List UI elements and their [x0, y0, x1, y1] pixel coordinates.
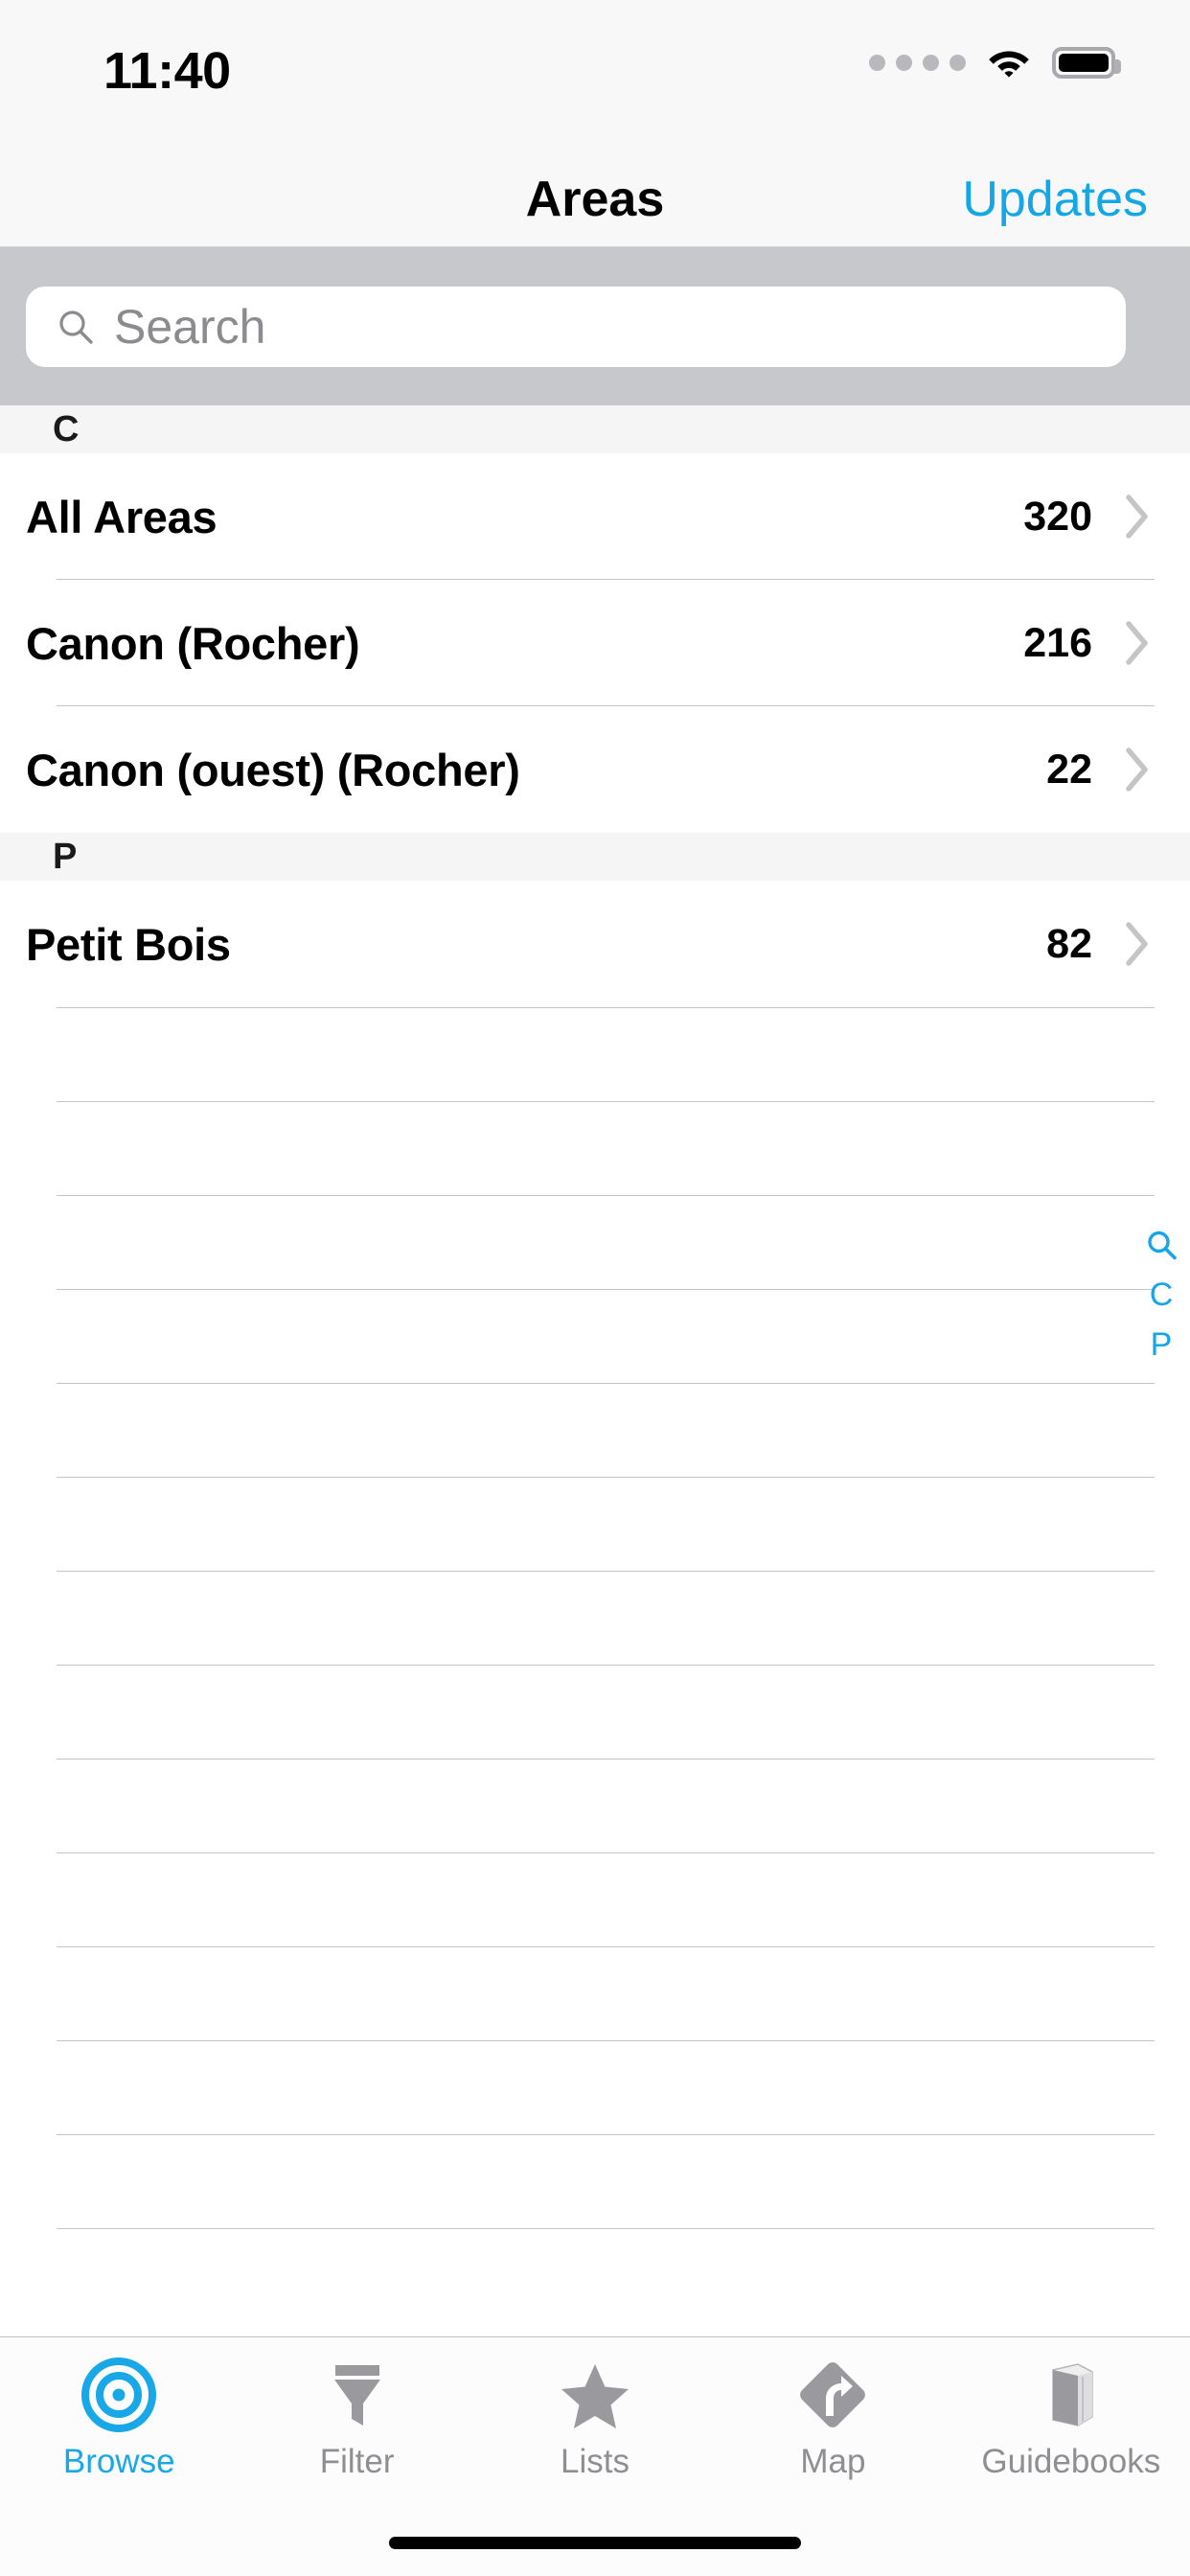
row-separator — [57, 1665, 1155, 1666]
tab-label: Browse — [62, 2443, 175, 2480]
row-separator — [57, 2228, 1155, 2229]
alphabet-index[interactable]: C P — [1142, 1229, 1180, 1361]
tab-label: Guidebooks — [981, 2443, 1161, 2480]
search-bar-container: Search — [0, 247, 1190, 405]
empty-list-row — [0, 1665, 1190, 1759]
row-separator — [57, 1007, 1155, 1008]
table-row[interactable]: All Areas 320 — [0, 453, 1190, 580]
phone-screen: 11:40 Areas Updates Search C All Areas 3… — [0, 0, 1190, 2576]
funnel-icon — [333, 2365, 380, 2426]
row-label: Canon (Rocher) — [26, 617, 360, 669]
row-count: 22 — [1046, 746, 1092, 793]
tab-lists[interactable]: Lists — [476, 2337, 714, 2491]
tab-browse[interactable]: Browse — [0, 2337, 238, 2491]
status-bar-time: 11:40 — [103, 42, 231, 100]
chevron-right-icon — [1126, 922, 1148, 966]
row-label: Petit Bois — [26, 918, 231, 970]
empty-list-row — [0, 1289, 1190, 1383]
chevron-right-icon — [1126, 748, 1148, 792]
table-row[interactable]: Canon (Rocher) 216 — [0, 580, 1190, 706]
navigation-bar: Areas Updates — [0, 142, 1190, 247]
empty-list-row — [0, 1852, 1190, 1946]
row-separator — [57, 1571, 1155, 1572]
row-label: All Areas — [26, 491, 217, 542]
book-icon — [1052, 2363, 1093, 2426]
row-separator — [57, 1195, 1155, 1196]
row-separator — [57, 1383, 1155, 1384]
table-row[interactable]: Canon (ouest) (Rocher) 22 — [0, 706, 1190, 833]
search-placeholder: Search — [114, 300, 266, 354]
cellular-dots-icon — [869, 54, 966, 71]
tab-label: Filter — [319, 2443, 395, 2480]
tab-label: Map — [800, 2443, 866, 2480]
row-separator — [57, 1759, 1155, 1760]
empty-list-row — [0, 1571, 1190, 1665]
empty-list-row — [0, 1195, 1190, 1289]
row-separator — [57, 1289, 1155, 1290]
empty-list-row — [0, 2228, 1190, 2322]
tab-map[interactable]: Map — [714, 2337, 951, 2491]
tab-label: Lists — [561, 2443, 629, 2480]
index-item-c[interactable]: C — [1142, 1278, 1180, 1311]
row-separator — [57, 2134, 1155, 2135]
wifi-icon — [989, 51, 1029, 78]
section-header-p: P — [0, 833, 1190, 881]
empty-list-row — [0, 1946, 1190, 2040]
battery-full-icon — [1052, 46, 1121, 79]
tab-bar: Browse Filter Lists Map Guidebooks — [0, 2336, 1190, 2576]
status-bar: 11:40 — [0, 0, 1190, 142]
empty-list-row — [0, 2040, 1190, 2134]
empty-list-row — [0, 1759, 1190, 1852]
tab-guidebooks[interactable]: Guidebooks — [952, 2337, 1190, 2491]
section-header-c: C — [0, 405, 1190, 453]
row-separator — [57, 1852, 1155, 1853]
updates-button[interactable]: Updates — [962, 171, 1148, 228]
status-bar-indicators — [869, 46, 1121, 79]
search-input[interactable]: Search — [26, 287, 1126, 367]
chevron-right-icon — [1126, 621, 1148, 665]
empty-rows-filler — [0, 1007, 1190, 2322]
areas-list[interactable]: C All Areas 320 Canon (Rocher) 216 Canon… — [0, 405, 1190, 2336]
map-diamond-arrow-icon — [800, 2362, 866, 2427]
row-label: Canon (ouest) (Rocher) — [26, 744, 520, 795]
row-count: 216 — [1023, 619, 1092, 666]
chevron-right-icon — [1126, 494, 1148, 539]
row-separator — [57, 1946, 1155, 1947]
row-count: 320 — [1023, 493, 1092, 540]
row-separator — [57, 1477, 1155, 1478]
table-row[interactable]: Petit Bois 82 — [0, 881, 1190, 1007]
index-item-p[interactable]: P — [1142, 1328, 1180, 1361]
bullseye-target-icon — [81, 2358, 157, 2432]
empty-list-row — [0, 1101, 1190, 1195]
star-icon — [561, 2364, 629, 2428]
row-count: 82 — [1046, 920, 1092, 967]
empty-list-row — [0, 2134, 1190, 2228]
row-separator — [57, 2040, 1155, 2041]
empty-list-row — [0, 1477, 1190, 1571]
search-icon — [59, 310, 93, 344]
home-indicator[interactable] — [389, 2537, 801, 2549]
tab-filter[interactable]: Filter — [238, 2337, 475, 2491]
search-icon[interactable] — [1145, 1229, 1178, 1261]
empty-list-row — [0, 1383, 1190, 1477]
row-separator — [57, 1101, 1155, 1102]
empty-list-row — [0, 1007, 1190, 1101]
